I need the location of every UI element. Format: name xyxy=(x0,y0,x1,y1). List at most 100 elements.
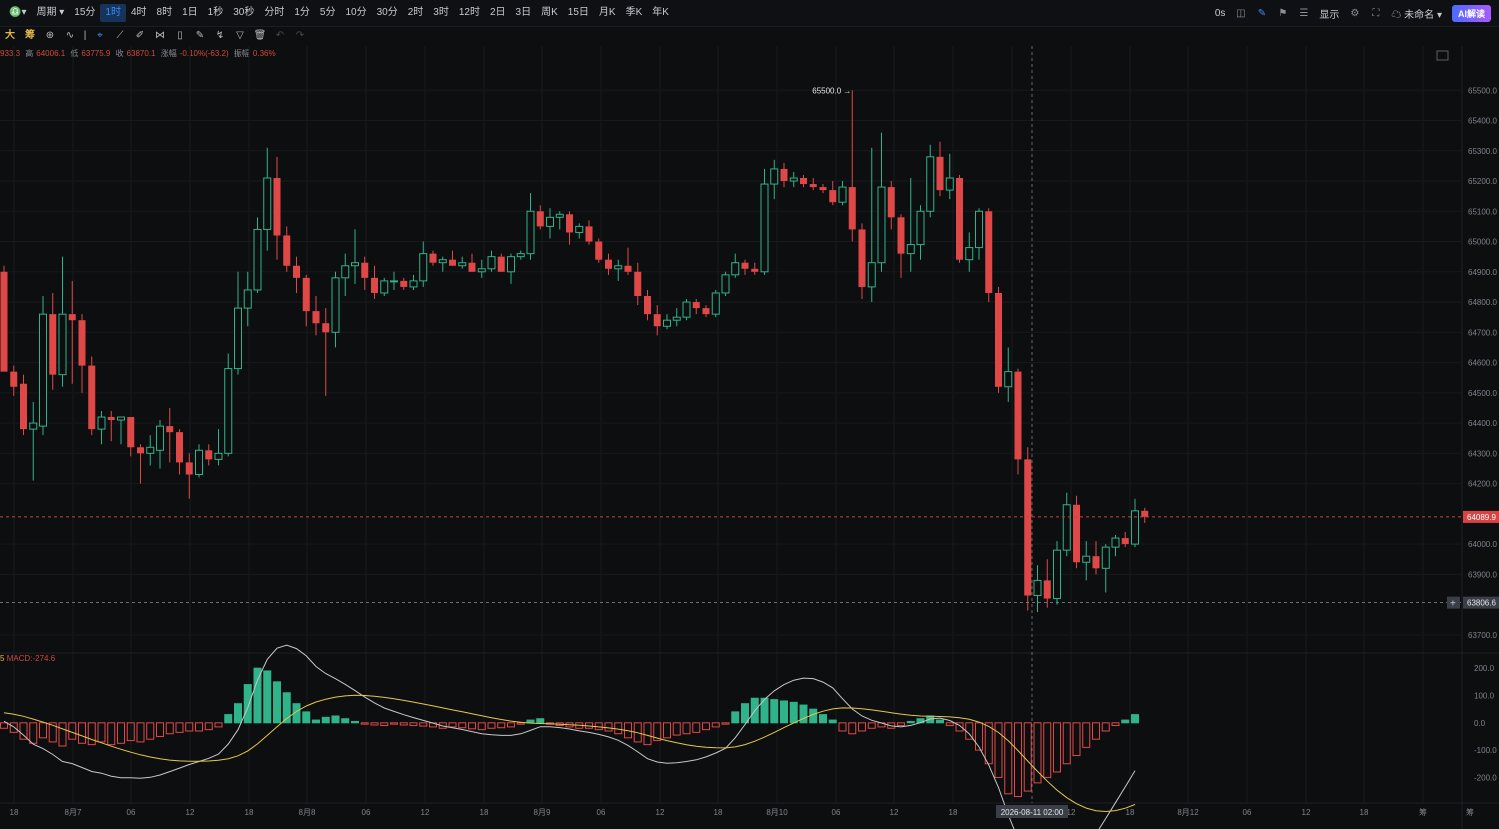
candle-body xyxy=(273,178,281,236)
price-axis-label: 64000.0 xyxy=(1468,540,1497,549)
candle-body xyxy=(224,368,233,454)
macd-bar xyxy=(136,722,145,743)
candle-body xyxy=(985,211,993,293)
time-axis-label: 8月12 xyxy=(1177,808,1199,817)
candle-body xyxy=(156,425,164,451)
macd-bar xyxy=(838,722,847,732)
macd-bar xyxy=(146,722,155,740)
candle-body xyxy=(322,323,330,333)
candle-body xyxy=(10,371,18,387)
macd-bar xyxy=(97,722,106,743)
candle-body xyxy=(1014,371,1022,460)
macd-bar xyxy=(1072,722,1081,757)
price-axis-label: 64900.0 xyxy=(1468,268,1497,277)
candle-body xyxy=(780,168,788,182)
candle-body xyxy=(595,241,603,260)
candle-body xyxy=(1131,510,1139,545)
macd-bar xyxy=(29,722,38,744)
price-axis-label: 64800.0 xyxy=(1468,298,1497,307)
macd-bar xyxy=(409,722,418,727)
macd-bar xyxy=(243,684,252,724)
candle-body xyxy=(566,214,573,233)
macd-bar xyxy=(468,722,476,730)
macd-bar xyxy=(360,722,369,725)
macd-bar xyxy=(234,703,242,724)
candle-body xyxy=(78,320,86,366)
macd-bar xyxy=(370,722,379,726)
candle-body xyxy=(185,462,193,475)
macd-bar xyxy=(1111,722,1120,727)
macd-bar xyxy=(165,722,174,735)
macd-bar xyxy=(175,722,184,733)
candle-body xyxy=(234,307,242,370)
macd-bar xyxy=(897,722,905,727)
time-axis-label: 8月8 xyxy=(299,808,316,817)
price-chart[interactable]: 65500.0 65400.0 65300.0 65200.0 65100.0 65000… xyxy=(0,0,1499,829)
candle-body xyxy=(848,187,856,230)
time-axis-label: 12 xyxy=(890,808,899,817)
time-axis-label: 8月10 xyxy=(766,808,788,817)
candle-body xyxy=(614,265,623,270)
candle-body xyxy=(176,432,183,463)
time-axis-label: 06 xyxy=(127,808,136,817)
candle-body xyxy=(341,265,350,279)
candle-body xyxy=(760,183,769,273)
candle-body xyxy=(371,277,378,293)
price-axis-label: 65300.0 xyxy=(1468,147,1497,156)
time-axis-label: 18 xyxy=(949,808,958,817)
candle-body xyxy=(800,178,807,185)
macd-bar xyxy=(0,722,8,729)
macd-bar xyxy=(848,722,857,735)
candle-body xyxy=(975,210,983,249)
macd-bar xyxy=(663,722,671,739)
candle-body xyxy=(906,244,915,255)
candle-body xyxy=(741,262,749,269)
macd-info: 5 MACD:-274.6 xyxy=(0,654,55,663)
price-axis-label: 64200.0 xyxy=(1468,480,1497,489)
candle-body xyxy=(605,259,612,269)
price-axis-label: 65000.0 xyxy=(1468,238,1497,247)
candle-body xyxy=(721,274,730,294)
candle-body xyxy=(438,259,447,264)
macd-bar xyxy=(741,703,749,724)
macd-bar xyxy=(906,720,915,724)
candle-body xyxy=(205,450,213,460)
macd-bar xyxy=(399,722,408,726)
candle-body xyxy=(0,271,8,372)
time-axis-label: 06 xyxy=(1243,808,1252,817)
candle-body xyxy=(302,277,310,312)
price-axis-label: 64600.0 xyxy=(1468,359,1497,368)
macd-bar xyxy=(604,722,613,732)
price-axis-label: 64500.0 xyxy=(1468,389,1497,398)
candle-body xyxy=(68,314,76,321)
candle-body xyxy=(1062,504,1071,551)
candle-body xyxy=(1082,555,1091,563)
macd-bar xyxy=(185,722,194,732)
price-axis-label: 64400.0 xyxy=(1468,419,1497,428)
macd-bar xyxy=(858,722,866,732)
candle-body xyxy=(1141,510,1149,517)
macd-bar xyxy=(321,716,330,724)
candle-body xyxy=(497,256,505,272)
candle-body xyxy=(936,156,944,191)
candle-body xyxy=(585,226,593,242)
candle-body xyxy=(546,216,554,227)
macd-bar xyxy=(702,722,710,731)
macd-axis-label: -200.0 xyxy=(1474,773,1497,782)
time-axis-label: 18 xyxy=(480,808,489,817)
macd-bar xyxy=(1004,722,1013,795)
macd-bar xyxy=(819,714,827,724)
macd-bar xyxy=(828,719,837,724)
candle-body xyxy=(1073,504,1080,563)
high-price-marker: 65500.0 → xyxy=(812,86,851,95)
candle-body xyxy=(995,292,1002,387)
candle-body xyxy=(477,268,486,273)
candle-body xyxy=(663,319,671,327)
candle-body xyxy=(88,365,96,430)
candle-body xyxy=(507,256,515,273)
macd-bar xyxy=(945,722,954,727)
macd-bar xyxy=(507,722,515,728)
macd-bar xyxy=(331,715,340,724)
macd-bar xyxy=(692,722,701,733)
macd-bar xyxy=(799,704,808,724)
